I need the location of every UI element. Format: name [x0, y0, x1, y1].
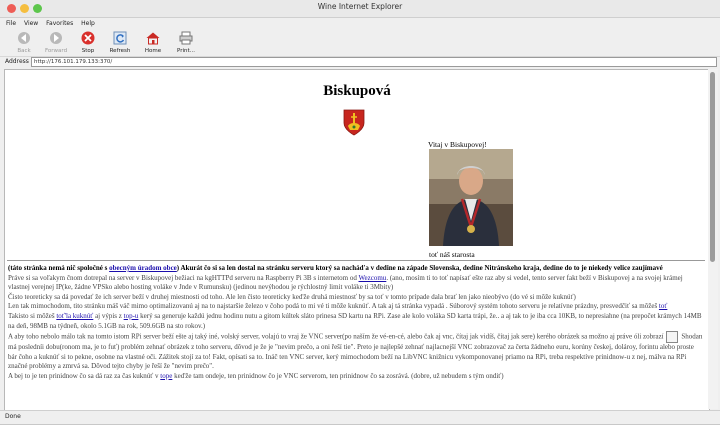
top-link[interactable]: top-u: [124, 312, 139, 320]
p6-text-end: keďže tam ondeje, ten prinidnow čo je VN…: [172, 371, 504, 380]
refresh-label: Refresh: [109, 48, 131, 54]
p3-text: Len tak mimochodom, tito stránku máš váč…: [8, 302, 659, 311]
menu-help[interactable]: Help: [81, 20, 95, 27]
p1-text-start: Práve si sa voľakym čnom dotrepal na ser…: [8, 273, 359, 282]
vertical-scrollbar[interactable]: [708, 69, 718, 409]
address-bar: Address http://176.101.179.133:370/: [0, 57, 720, 67]
menu-view[interactable]: View: [24, 20, 38, 27]
address-input[interactable]: http://176.101.179.133:370/: [31, 57, 717, 67]
status-text: Done: [5, 413, 21, 420]
forward-button[interactable]: Forward: [41, 31, 71, 54]
browser-window: Wine Internet Explorer File View Favorit…: [0, 0, 720, 424]
content-divider: [7, 260, 705, 261]
page-title: Biskupová: [323, 83, 391, 99]
stop-icon: [81, 31, 95, 45]
stop-button[interactable]: Stop: [73, 31, 103, 54]
stop-label: Stop: [81, 48, 95, 54]
mayor-photo: [429, 149, 513, 246]
village-coat-of-arms-icon: [343, 109, 365, 136]
paragraph-2: Čisto teoreticky sa dá povedať že ich se…: [8, 292, 576, 301]
paragraph-5: A aby toho nebolo málo tak na tomto isto…: [8, 331, 704, 372]
home-label: Home: [144, 48, 162, 54]
title-bar: Wine Internet Explorer: [0, 0, 720, 18]
menu-favorites[interactable]: Favorites: [46, 20, 73, 27]
municipal-office-link[interactable]: obecným úradom obce: [109, 264, 177, 272]
toolbar: Back Forward Stop Refresh Home Print...: [0, 30, 720, 57]
back-label: Back: [17, 48, 31, 54]
home-button[interactable]: Home: [138, 31, 168, 54]
vnc-screenshot-image: [665, 331, 678, 344]
paragraph-1: Práve si sa voľakym čnom dotrepal na ser…: [8, 274, 704, 293]
address-label: Address: [5, 58, 29, 65]
refresh-icon: [113, 31, 127, 45]
paragraph-3: Len tak mimochodom, tito stránku máš váč…: [8, 302, 704, 312]
print-button[interactable]: Print...: [171, 31, 201, 54]
isp-link[interactable]: Wezcomu: [359, 274, 387, 282]
back-button[interactable]: Back: [9, 31, 39, 54]
forward-arrow-icon: [50, 32, 62, 44]
page-content: Biskupová Vitaj v Biskupovej! toť náš st…: [4, 69, 710, 411]
intro-text-end: ) Akurát čo si sa len dostal na stránku …: [176, 264, 663, 272]
scrollbar-thumb[interactable]: [710, 72, 715, 262]
forward-label: Forward: [44, 48, 68, 54]
paragraph-4: Takisto si môžeš toť'la kuknúť aj výpis …: [8, 312, 704, 331]
p4-text-middle: aj výpis z: [93, 311, 124, 320]
p4-text-start: Takisto si môžeš: [8, 311, 57, 320]
print-label: Print...: [177, 48, 195, 54]
back-arrow-icon: [18, 32, 30, 44]
home-icon: [146, 32, 160, 45]
printer-icon: [179, 31, 193, 45]
window-title: Wine Internet Explorer: [317, 2, 403, 11]
menu-file[interactable]: File: [6, 20, 16, 27]
p6-text-start: A bej to je ten prinidnow čo sa dá raz z…: [8, 371, 161, 380]
filesystem-link[interactable]: toť: [659, 302, 667, 310]
top-process-link[interactable]: tope: [160, 372, 172, 380]
intro-paragraph: (táto stránka nemá nič spoločné s obecný…: [8, 264, 704, 274]
photo-caption: toť náš starosta: [429, 250, 475, 259]
paragraph-6: A bej to je ten prinidnow čo sa dá raz z…: [8, 372, 704, 382]
refresh-button[interactable]: Refresh: [105, 31, 135, 54]
menu-bar: File View Favorites Help: [0, 18, 720, 29]
welcome-text: Vitaj v Biskupovej!: [428, 140, 487, 149]
top-output-link[interactable]: toť'la kuknúť: [56, 312, 93, 320]
article-text: (táto stránka nemá nič spoločné s obecný…: [8, 264, 704, 382]
p5-text: A aby toho nebolo málo tak na tomto isto…: [8, 332, 664, 341]
status-bar: Done: [0, 410, 720, 425]
intro-text-start: (táto stránka nemá nič spoločné s: [8, 264, 110, 272]
